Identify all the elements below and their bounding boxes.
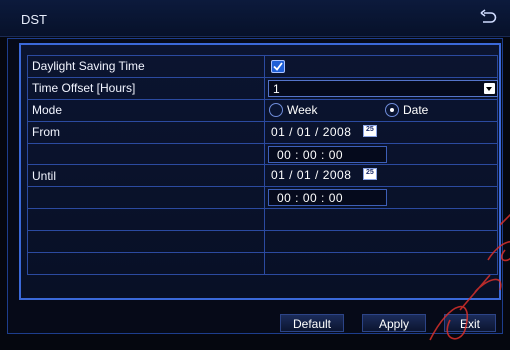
chevron-down-icon[interactable] xyxy=(484,82,495,94)
row-mode: Mode Week Date xyxy=(27,98,498,122)
from-time-field[interactable]: 00 : 00 : 00 xyxy=(268,145,387,163)
default-button[interactable]: Default xyxy=(280,314,344,332)
row-empty-2 xyxy=(27,230,498,254)
exit-button[interactable]: Exit xyxy=(444,314,496,332)
row-empty-3 xyxy=(27,252,498,275)
from-date-field[interactable]: 01 / 01 / 2008 xyxy=(268,124,364,141)
time-offset-value: 1 xyxy=(273,81,280,96)
until-date-field[interactable]: 01 / 01 / 2008 xyxy=(268,167,364,184)
window-title: DST xyxy=(21,12,47,27)
back-arrow-icon[interactable] xyxy=(478,9,498,27)
row-from-time: 00 : 00 : 00 xyxy=(27,142,498,166)
time-offset-select[interactable]: 1 xyxy=(268,79,498,97)
until-time-field[interactable]: 00 : 00 : 00 xyxy=(268,189,387,207)
daylight-saving-checkbox[interactable] xyxy=(271,60,285,73)
mode-label: Mode xyxy=(27,98,265,122)
mode-date-label: Date xyxy=(403,102,429,117)
from-calendar-icon[interactable]: 25 xyxy=(363,124,377,137)
row-until-date: Until 01 / 01 / 2008 25 xyxy=(27,164,498,188)
radio-week-icon[interactable] xyxy=(269,102,283,117)
check-icon xyxy=(273,62,283,71)
button-bar: Default Apply Exit xyxy=(7,306,503,334)
time-offset-label: Time Offset [Hours] xyxy=(27,76,265,100)
apply-button[interactable]: Apply xyxy=(362,314,426,332)
mode-week-label: Week xyxy=(287,102,318,117)
settings-table: Daylight Saving Time Time Offset [Hours]… xyxy=(27,55,498,275)
from-label: From xyxy=(27,120,265,144)
until-calendar-icon[interactable]: 25 xyxy=(363,168,377,181)
row-empty-1 xyxy=(27,208,498,232)
row-until-time: 00 : 00 : 00 xyxy=(27,186,498,210)
daylight-saving-label: Daylight Saving Time xyxy=(27,55,265,78)
row-time-offset: Time Offset [Hours] 1 xyxy=(27,76,498,100)
row-from-date: From 01 / 01 / 2008 25 xyxy=(27,120,498,144)
radio-date-icon[interactable] xyxy=(385,102,399,117)
title-bar: DST xyxy=(0,0,510,37)
row-daylight-saving: Daylight Saving Time xyxy=(27,55,498,78)
until-label: Until xyxy=(27,164,265,188)
